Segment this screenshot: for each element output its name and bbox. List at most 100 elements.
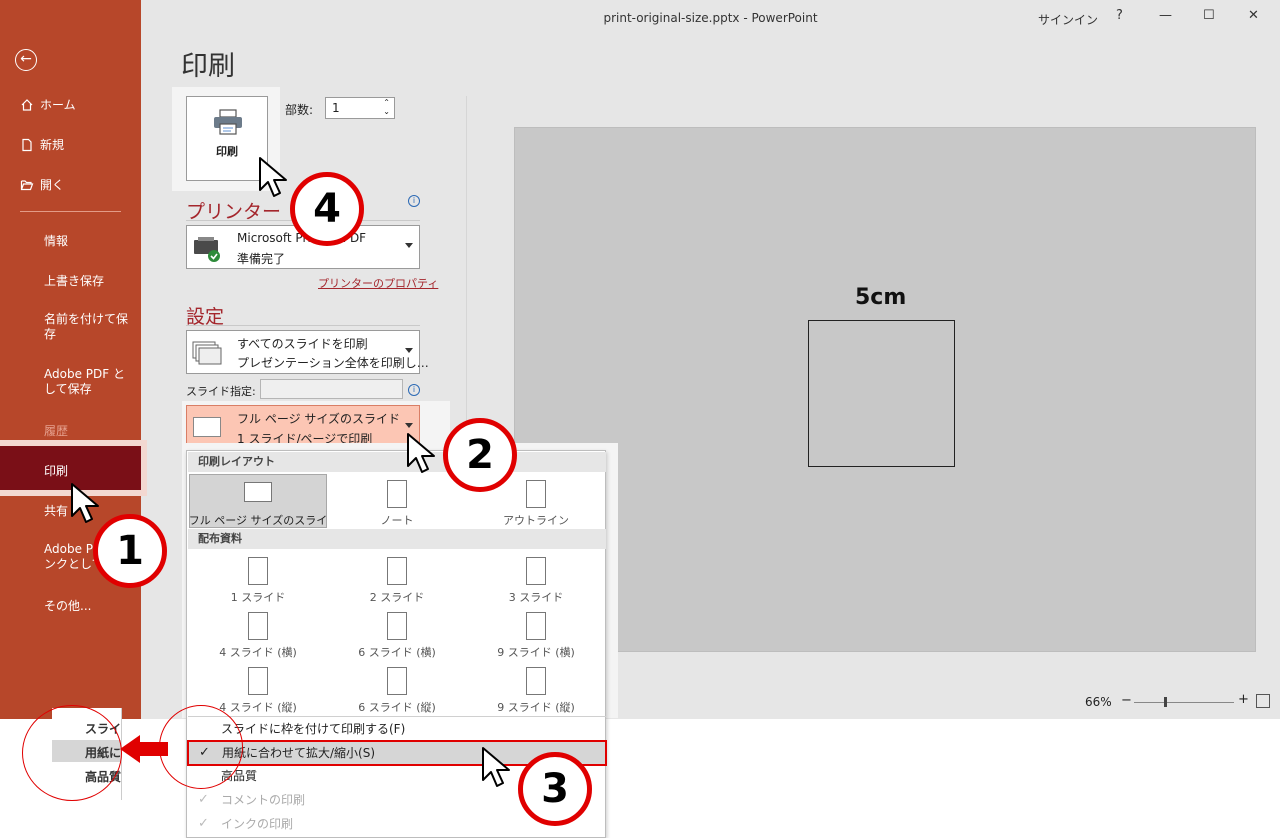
sidebar-item-history[interactable]: 履歴 [44,422,68,439]
callout-4: 4 [290,172,364,246]
handout-9-vertical[interactable]: 9 スライド (縦) [466,667,606,715]
copies-spinner[interactable]: 1 ⌃ ⌄ [325,97,395,119]
zoom-slider[interactable] [1134,702,1234,703]
zoom-level: 66% [1085,695,1112,709]
back-button[interactable]: ← [15,49,37,71]
spin-down-icon[interactable]: ⌄ [383,107,390,116]
handout-9-horizontal[interactable]: 9 スライド (横) [466,612,606,660]
print-preview: 5cm [514,127,1256,652]
mouse-cursor-icon [482,747,510,787]
handout-thumb-icon [526,612,546,640]
slide-thumb-icon [193,417,221,437]
settings-underline [186,325,420,326]
mouse-cursor-icon [407,433,435,473]
layout-header: 印刷レイアウト [188,452,606,472]
handout-thumb-icon [387,557,407,585]
back-arrow-icon: ← [20,51,32,67]
sidebar-item-label: 上書き保存 [44,274,105,288]
handout-4-horizontal[interactable]: 4 スライド (横) [188,612,328,660]
slides-range-line1: すべてのスライドを印刷 [237,337,368,351]
handout-6-horizontal[interactable]: 6 スライド (横) [327,612,467,660]
printer-info-icon[interactable]: i [408,195,420,207]
layout-line1: フル ページ サイズのスライド [237,412,401,426]
zoom-in-button[interactable]: + [1238,692,1249,707]
help-button[interactable]: ? [1116,8,1123,23]
handout-thumb-icon [248,612,268,640]
chevron-down-icon [405,348,413,353]
handout-thumb-icon [526,557,546,585]
outline-thumb-icon [526,480,546,508]
handout-1-slide[interactable]: 1 スライド [188,557,328,605]
handout-label: 6 スライド (縦) [358,701,436,714]
spin-up-icon[interactable]: ⌃ [383,98,390,107]
option-label: コメントの印刷 [221,793,306,807]
folder-open-icon [20,179,34,190]
window-title: print-original-size.pptx - PowerPoint [603,11,818,25]
handout-thumb-icon [387,667,407,695]
print-button[interactable]: 印刷 [186,96,268,181]
check-icon: ✓ [198,816,209,831]
sidebar-item-label: 情報 [44,234,69,248]
sidebar-item-save[interactable]: 上書き保存 [44,272,104,289]
layout-option-notes[interactable]: ノート [327,480,467,528]
option-frame-slides[interactable]: スライドに枠を付けて印刷する(F) [188,717,606,741]
slides-range-dropdown[interactable]: すべてのスライドを印刷 プレゼンテーション全体を印刷し… [186,330,429,374]
mouse-cursor-icon [259,157,287,197]
inset-circle-right [159,705,243,789]
option-label: インクの印刷 [221,817,294,831]
print-button-label: 印刷 [216,145,238,158]
sidebar-item-label: 共有 [44,504,69,518]
handout-label: 9 スライド (縦) [497,701,575,714]
sidebar-item-more[interactable]: その他... [44,597,91,614]
handout-label: 3 スライド [508,591,564,604]
home-icon [21,98,33,111]
slides-stack-icon [192,341,222,365]
zoom-slider-thumb[interactable] [1164,697,1167,707]
sidebar-item-info[interactable]: 情報 [44,232,68,249]
inset-circle-left [22,705,122,801]
sidebar-item-share[interactable]: 共有 [44,502,68,519]
sidebar-item-new[interactable]: 新規 [20,136,64,153]
slide-spec-label: スライド指定: [186,385,256,398]
mouse-cursor-icon [71,483,99,523]
signin-link[interactable]: サインイン [1038,11,1098,28]
handout-thumb-icon [248,667,268,695]
slide-spec-info-icon[interactable]: i [408,384,420,396]
sidebar-item-home[interactable]: ホーム [20,96,76,113]
handout-header: 配布資料 [188,529,606,549]
handout-label: 2 スライド [369,591,425,604]
new-file-icon [22,138,32,151]
printer-status: 準備完了 [237,252,286,266]
printer-properties-link[interactable]: プリンターのプロパティ [318,275,438,291]
handout-label: 4 スライド (縦) [219,701,297,714]
handout-3-slides[interactable]: 3 スライド [466,557,606,605]
sidebar-item-save-as[interactable]: 名前を付けて保存 [44,312,128,342]
slides-range-line2: プレゼンテーション全体を印刷し… [237,356,429,370]
handout-thumb-icon [526,667,546,695]
option-label: スライドに枠を付けて印刷する(F) [221,722,406,736]
slide-spec-input[interactable] [260,379,403,399]
handout-2-slides[interactable]: 2 スライド [327,557,467,605]
fit-page-icon[interactable] [1256,694,1270,708]
arrow-left-icon [120,735,168,763]
layout-option-label: アウトライン [503,514,569,527]
printer-device-icon [194,237,220,262]
handout-thumb-icon [387,612,407,640]
callout-2: 2 [443,418,517,492]
full-page-thumb-icon [244,482,272,502]
zoom-out-button[interactable]: − [1121,693,1132,708]
handout-label: 9 スライド (横) [497,646,575,659]
sidebar-item-open[interactable]: 開く [20,176,64,193]
close-button[interactable]: ✕ [1248,8,1259,23]
layout-option-label: ノート [380,514,414,527]
callout-1: 1 [93,514,167,588]
check-icon: ✓ [198,792,209,807]
minimize-button[interactable]: — [1159,8,1172,23]
sidebar-item-save-adobe-pdf[interactable]: Adobe PDF として保存 [44,367,128,397]
chevron-down-icon [405,423,413,428]
maximize-button[interactable]: ☐ [1203,8,1215,23]
preview-size-label: 5cm [855,285,907,310]
handout-6-vertical[interactable]: 6 スライド (縦) [327,667,467,715]
handout-label: 4 スライド (横) [219,646,297,659]
copies-label: 部数: [285,103,314,117]
